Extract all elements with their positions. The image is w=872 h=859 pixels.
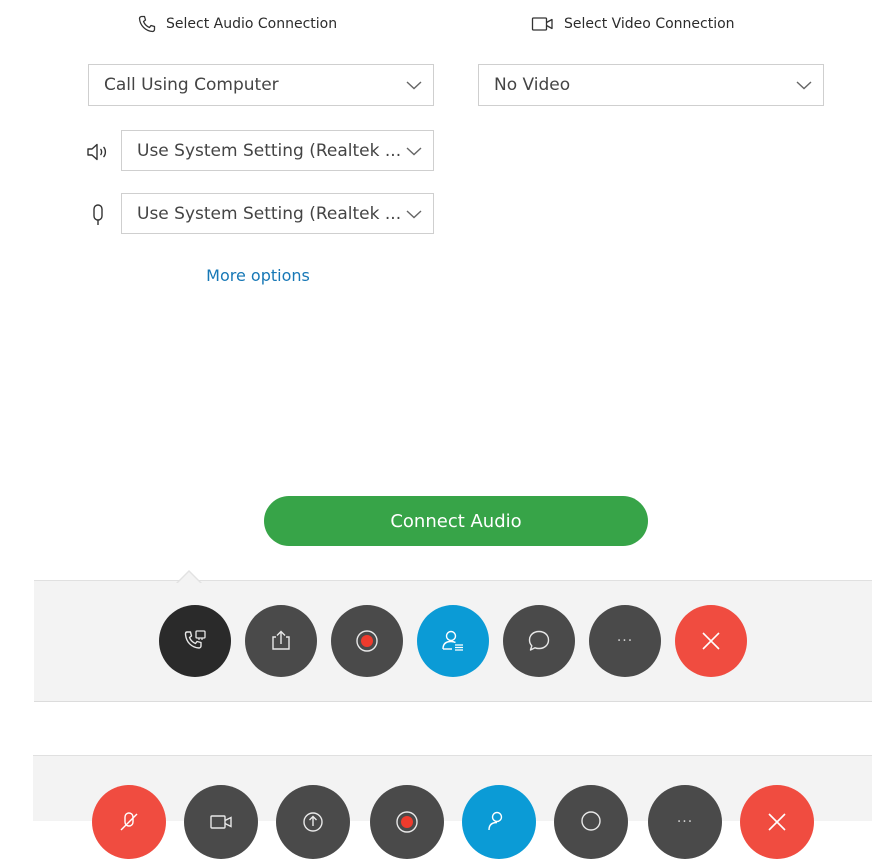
record-button-secondary[interactable] bbox=[370, 785, 444, 859]
participants-button[interactable] bbox=[417, 605, 489, 677]
record-button[interactable] bbox=[331, 605, 403, 677]
close-icon bbox=[768, 813, 786, 831]
more-icon: ··· bbox=[676, 814, 694, 830]
video-camera-icon bbox=[531, 17, 553, 31]
video-connection-heading-text: Select Video Connection bbox=[564, 16, 735, 32]
audio-connection-select[interactable]: Call Using Computer bbox=[88, 64, 434, 106]
speaker-select[interactable]: Use System Setting (Realtek ... bbox=[121, 130, 434, 171]
video-button[interactable] bbox=[184, 785, 258, 859]
chat-icon bbox=[528, 630, 550, 651]
more-button[interactable]: ··· bbox=[589, 605, 661, 677]
more-options-link[interactable]: More options bbox=[160, 266, 356, 285]
chat-icon bbox=[581, 811, 601, 831]
close-icon bbox=[702, 632, 720, 650]
more-button-secondary[interactable]: ··· bbox=[648, 785, 722, 859]
microphone-icon bbox=[88, 202, 108, 228]
video-connection-heading: Select Video Connection bbox=[531, 12, 735, 36]
record-icon bbox=[396, 811, 418, 833]
audio-connection-heading-text: Select Audio Connection bbox=[166, 16, 338, 32]
speaker-icon bbox=[84, 140, 112, 164]
share-screen-icon bbox=[303, 812, 323, 832]
chevron-down-icon bbox=[406, 81, 422, 90]
microphone-value: Use System Setting (Realtek ... bbox=[137, 203, 402, 224]
participants-icon bbox=[488, 811, 503, 831]
audio-connection-button[interactable] bbox=[159, 605, 231, 677]
end-meeting-button[interactable] bbox=[675, 605, 747, 677]
video-camera-icon bbox=[210, 815, 232, 829]
mute-button[interactable] bbox=[92, 785, 166, 859]
chat-button-secondary[interactable] bbox=[554, 785, 628, 859]
connect-audio-button[interactable]: Connect Audio bbox=[264, 496, 648, 546]
muted-microphone-icon bbox=[120, 812, 138, 831]
chevron-down-icon bbox=[406, 209, 422, 218]
more-icon: ··· bbox=[616, 633, 634, 649]
audio-connection-value: Call Using Computer bbox=[104, 75, 279, 95]
participants-icon bbox=[442, 630, 463, 651]
chevron-down-icon bbox=[796, 81, 812, 90]
speaker-value: Use System Setting (Realtek ... bbox=[137, 140, 402, 161]
record-icon bbox=[356, 630, 378, 652]
chevron-down-icon bbox=[406, 146, 422, 155]
microphone-select[interactable]: Use System Setting (Realtek ... bbox=[121, 193, 434, 234]
end-meeting-button-secondary[interactable] bbox=[740, 785, 814, 859]
audio-connection-heading: Select Audio Connection bbox=[137, 12, 337, 36]
video-connection-value: No Video bbox=[494, 75, 571, 95]
share-content-button[interactable] bbox=[276, 785, 350, 859]
chat-button[interactable] bbox=[503, 605, 575, 677]
video-connection-select[interactable]: No Video bbox=[478, 64, 824, 106]
participants-button-secondary[interactable] bbox=[462, 785, 536, 859]
phone-icon bbox=[138, 15, 156, 33]
audio-connection-icon bbox=[184, 630, 206, 649]
share-button[interactable] bbox=[245, 605, 317, 677]
share-icon bbox=[272, 630, 290, 650]
